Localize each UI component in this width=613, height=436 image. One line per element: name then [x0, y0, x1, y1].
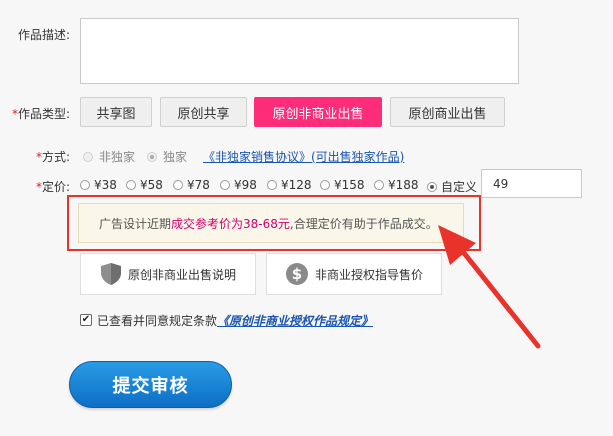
custom-price-input[interactable]: [481, 169, 582, 198]
radio-price-78[interactable]: [173, 180, 183, 190]
work-type-label: *作品类型:: [12, 105, 70, 122]
price-option-98[interactable]: ¥98: [220, 178, 257, 192]
price-option-188[interactable]: ¥188: [374, 178, 419, 192]
price-hint: 广告设计近期 成交参考价为38-68元 ,合理定价有助于作品成交。: [78, 203, 464, 243]
type-option-shared[interactable]: 共享图: [80, 97, 152, 127]
agreement-label: 已查看并同意规定条款: [97, 314, 218, 328]
hint-prefix: 广告设计近期: [99, 216, 172, 231]
price-option-label: ¥158: [334, 178, 365, 192]
price-option-custom[interactable]: 自定义: [427, 178, 477, 195]
sale-guide-label: 原创非商业出售说明: [128, 267, 237, 282]
mode-option-exclusive[interactable]: 独家: [147, 148, 187, 165]
price-option-label: ¥188: [388, 178, 419, 192]
price-option-label: ¥38: [94, 178, 117, 192]
radio-price-custom[interactable]: [427, 181, 437, 192]
radio-price-98[interactable]: [220, 180, 230, 190]
mode-label-text: 方式:: [42, 150, 71, 164]
price-option-158[interactable]: ¥158: [320, 178, 365, 192]
sale-guide-button[interactable]: 原创非商业出售说明: [80, 253, 256, 295]
description-textarea[interactable]: [80, 18, 519, 84]
agree-checkbox[interactable]: ✔: [80, 314, 92, 326]
work-type-label-text: 作品类型:: [18, 107, 71, 121]
price-option-label: 自定义: [441, 180, 478, 194]
mode-option-exclusive-label: 独家: [163, 150, 188, 164]
radio-price-38[interactable]: [80, 180, 90, 190]
price-option-38[interactable]: ¥38: [80, 178, 117, 192]
price-option-label: ¥58: [140, 178, 163, 192]
mode-option-nonexclusive[interactable]: 非独家: [83, 148, 135, 165]
price-option-label: ¥128: [281, 178, 312, 192]
price-option-label: ¥98: [234, 178, 257, 192]
type-option-original-commercial-sale[interactable]: 原创商业出售: [390, 97, 505, 127]
shield-icon: [101, 263, 121, 285]
mode-option-nonexclusive-label: 非独家: [99, 150, 136, 164]
price-option-58[interactable]: ¥58: [126, 178, 163, 192]
hint-reference-price: 成交参考价为38-68元: [171, 216, 290, 231]
radio-price-188[interactable]: [374, 180, 384, 190]
agreement-rules-link[interactable]: 《原创非商业授权作品规定》: [217, 314, 373, 328]
type-option-original-noncommercial-sale[interactable]: 原创非商业出售: [254, 97, 382, 127]
radio-exclusive[interactable]: [147, 151, 157, 162]
price-guide-label: 非商业授权指导售价: [315, 267, 424, 282]
agreement-text: 已查看并同意规定条款《原创非商业授权作品规定》: [97, 312, 373, 329]
radio-price-58[interactable]: [126, 180, 136, 190]
radio-price-128[interactable]: [267, 180, 277, 190]
pricing-label-text: 定价:: [42, 180, 71, 194]
svg-text:$: $: [292, 265, 302, 283]
nonexclusive-agreement-link[interactable]: 《非独家销售协议》(可出售独家作品): [203, 148, 404, 165]
hint-suffix: ,合理定价有助于作品成交。: [289, 216, 438, 231]
price-option-128[interactable]: ¥128: [267, 178, 312, 192]
type-option-original-shared[interactable]: 原创共享: [160, 97, 247, 127]
submit-review-button[interactable]: 提交审核: [69, 361, 232, 408]
dollar-coin-icon: $: [286, 263, 308, 285]
price-option-78[interactable]: ¥78: [173, 178, 210, 192]
pricing-label: *定价:: [36, 178, 70, 195]
radio-nonexclusive[interactable]: [83, 151, 93, 162]
radio-price-158[interactable]: [320, 180, 330, 190]
description-label: 作品描述:: [18, 28, 71, 42]
price-option-label: ¥78: [187, 178, 210, 192]
mode-label: *方式:: [36, 148, 70, 165]
price-guide-button[interactable]: $ 非商业授权指导售价: [266, 253, 442, 295]
